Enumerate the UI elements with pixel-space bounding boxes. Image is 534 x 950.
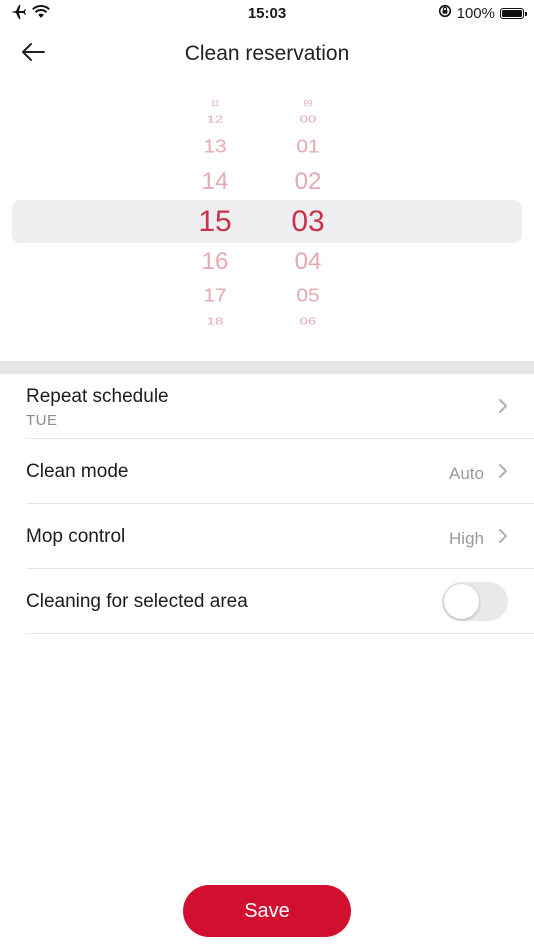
battery-text: 100% [456, 4, 495, 22]
rotation-lock-icon [438, 4, 452, 22]
selected-area-label: Cleaning for selected area [26, 591, 248, 612]
minute-option[interactable]: 00 [273, 114, 343, 125]
status-right: 100% [438, 4, 527, 22]
clean-mode-value: Auto [449, 464, 484, 483]
minute-selected[interactable]: 03 [273, 205, 343, 239]
repeat-schedule-value: TUE [26, 412, 58, 429]
clean-mode-row[interactable]: Clean mode Auto [26, 439, 534, 504]
minute-option[interactable]: 04 [273, 249, 343, 275]
minute-option[interactable]: 99 [273, 100, 343, 106]
hour-option[interactable]: 17 [180, 286, 250, 305]
save-button[interactable]: Save [183, 885, 351, 937]
mop-control-value: High [449, 529, 484, 548]
battery-icon [500, 7, 527, 19]
hour-wheel[interactable]: 11 12 13 14 15 16 17 18 [180, 92, 250, 340]
toggle-knob [444, 584, 479, 619]
minute-option[interactable]: 02 [273, 169, 343, 195]
minute-option[interactable]: 01 [273, 137, 343, 156]
minute-wheel[interactable]: 99 00 01 02 03 04 05 06 [273, 92, 343, 340]
hour-option[interactable]: 18 [180, 316, 250, 327]
hour-option[interactable]: 12 [180, 114, 250, 125]
status-bar: 15:03 100% [0, 0, 534, 28]
hour-option[interactable]: 14 [180, 169, 250, 195]
chevron-right-icon [498, 528, 508, 544]
nav-bar: Clean reservation [0, 28, 534, 80]
mop-control-row[interactable]: Mop control High [26, 504, 534, 569]
section-divider [0, 361, 534, 374]
hour-selected[interactable]: 15 [180, 205, 250, 239]
selected-area-toggle[interactable] [442, 582, 508, 621]
minute-option[interactable]: 05 [273, 286, 343, 305]
repeat-schedule-row[interactable]: Repeat schedule TUE [26, 374, 534, 439]
clean-mode-label: Clean mode [26, 461, 129, 482]
chevron-right-icon [498, 398, 508, 414]
time-picker[interactable]: 11 12 13 14 15 16 17 18 99 00 01 02 03 0… [0, 92, 534, 340]
picker-selection-band [12, 200, 522, 243]
chevron-right-icon [498, 463, 508, 479]
page-title: Clean reservation [184, 42, 350, 65]
repeat-schedule-label: Repeat schedule [26, 386, 169, 407]
selected-area-row: Cleaning for selected area [26, 569, 534, 634]
mop-control-label: Mop control [26, 526, 126, 547]
hour-option[interactable]: 11 [180, 100, 250, 106]
hour-option[interactable]: 16 [180, 249, 250, 275]
minute-option[interactable]: 06 [273, 316, 343, 327]
hour-option[interactable]: 13 [180, 137, 250, 156]
settings-list: Repeat schedule TUE Clean mode Auto Mop … [0, 374, 534, 634]
